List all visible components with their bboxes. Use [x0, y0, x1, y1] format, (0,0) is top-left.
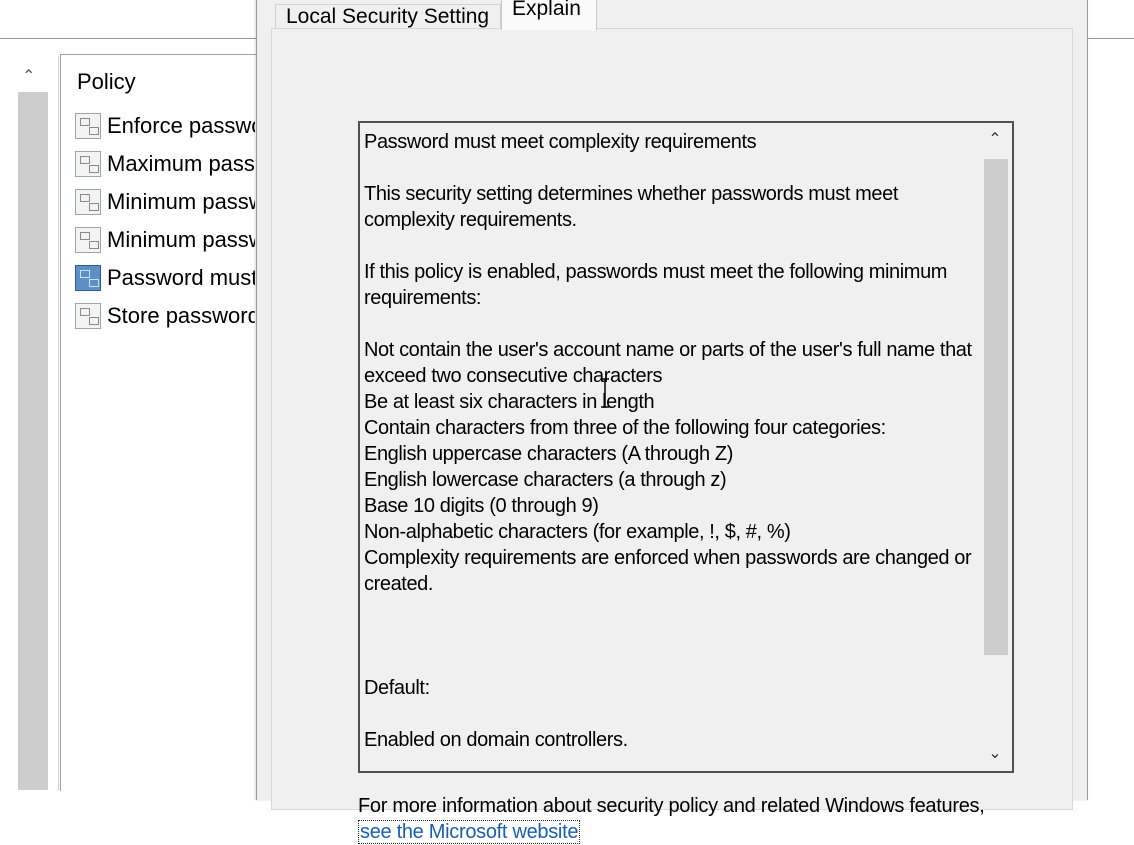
- policy-icon: [75, 151, 101, 177]
- explain-text-box[interactable]: Password must meet complexity requiremen…: [358, 121, 1014, 773]
- policy-item-label: Minimum password length: [107, 227, 255, 252]
- policy-icon-selected: [75, 265, 101, 291]
- requirement-line: Not contain the user's account name or p…: [364, 339, 972, 387]
- chevron-down-icon[interactable]: ⌄: [980, 739, 1010, 769]
- policy-item-label: Password must meet complexity requiremen…: [107, 265, 255, 290]
- policy-item-label: Minimum password age: [107, 189, 255, 214]
- requirement-line: English uppercase characters (A through …: [364, 443, 733, 465]
- explain-paragraph-1: This security setting determines whether…: [364, 183, 898, 231]
- requirement-line: Base 10 digits (0 through 9): [364, 495, 599, 517]
- properties-dialog: Local Security Setting Password must mee…: [256, 0, 1088, 844]
- more-info-text: For more information about security poli…: [358, 793, 998, 845]
- policy-item-minimum-password-length[interactable]: Minimum password length: [75, 225, 255, 255]
- default-value: Enabled on domain controllers.: [364, 729, 628, 751]
- policy-icon: [75, 303, 101, 329]
- more-info-prefix: For more information about security poli…: [358, 795, 985, 817]
- explain-scrollbar[interactable]: ⌃ ⌄: [980, 125, 1010, 769]
- explain-paragraph-2: If this policy is enabled, passwords mus…: [364, 261, 948, 309]
- policy-item-enforce-password-history[interactable]: Enforce password history: [75, 111, 255, 141]
- policy-column-header[interactable]: Policy: [77, 69, 136, 95]
- requirement-line: English lowercase characters (a through …: [364, 469, 727, 491]
- policy-icon: [75, 227, 101, 253]
- default-label: Default:: [364, 677, 430, 699]
- text-cursor-icon: [601, 378, 609, 408]
- requirement-line: Contain characters from three of the fol…: [364, 417, 886, 439]
- requirement-line: Be at least six characters in length: [364, 391, 655, 413]
- explain-tab-panel: Password must meet complexity requiremen…: [271, 28, 1073, 844]
- tree-scrollbar-thumb[interactable]: [18, 92, 48, 790]
- explain-title: Password must meet complexity requiremen…: [364, 131, 757, 153]
- microsoft-website-link[interactable]: see the Microsoft website: [358, 820, 581, 844]
- policy-item-minimum-password-age[interactable]: Minimum password age: [75, 187, 255, 217]
- policy-icon: [75, 189, 101, 215]
- explain-scrollbar-thumb[interactable]: [984, 159, 1008, 655]
- window-divider-right: [1086, 38, 1134, 39]
- explain-text: Password must meet complexity requiremen…: [364, 129, 974, 753]
- policy-item-label: Enforce password history: [107, 113, 255, 138]
- policy-item-password-complexity[interactable]: Password must meet complexity requiremen…: [75, 263, 255, 293]
- tab-local-security-setting[interactable]: Local Security Setting: [275, 4, 501, 28]
- policy-icon: [75, 113, 101, 139]
- chevron-up-icon[interactable]: ⌃: [980, 125, 1010, 155]
- tree-scrollbar[interactable]: ⌃: [0, 56, 59, 790]
- requirement-line: Complexity requirements are enforced whe…: [364, 547, 972, 595]
- policy-item-label: Maximum password age: [107, 151, 255, 176]
- requirement-line: Non-alphabetic characters (for example, …: [364, 521, 791, 543]
- chevron-up-icon[interactable]: ⌃: [22, 66, 35, 86]
- policy-item-label: Store passwords using reversible encrypt…: [107, 303, 255, 328]
- tab-explain[interactable]: Explain: [501, 0, 597, 30]
- policy-item-maximum-password-age[interactable]: Maximum password age: [75, 149, 255, 179]
- policy-list-pane: Policy Enforce password history Maximum …: [60, 54, 257, 791]
- policy-item-store-passwords[interactable]: Store passwords using reversible encrypt…: [75, 301, 255, 331]
